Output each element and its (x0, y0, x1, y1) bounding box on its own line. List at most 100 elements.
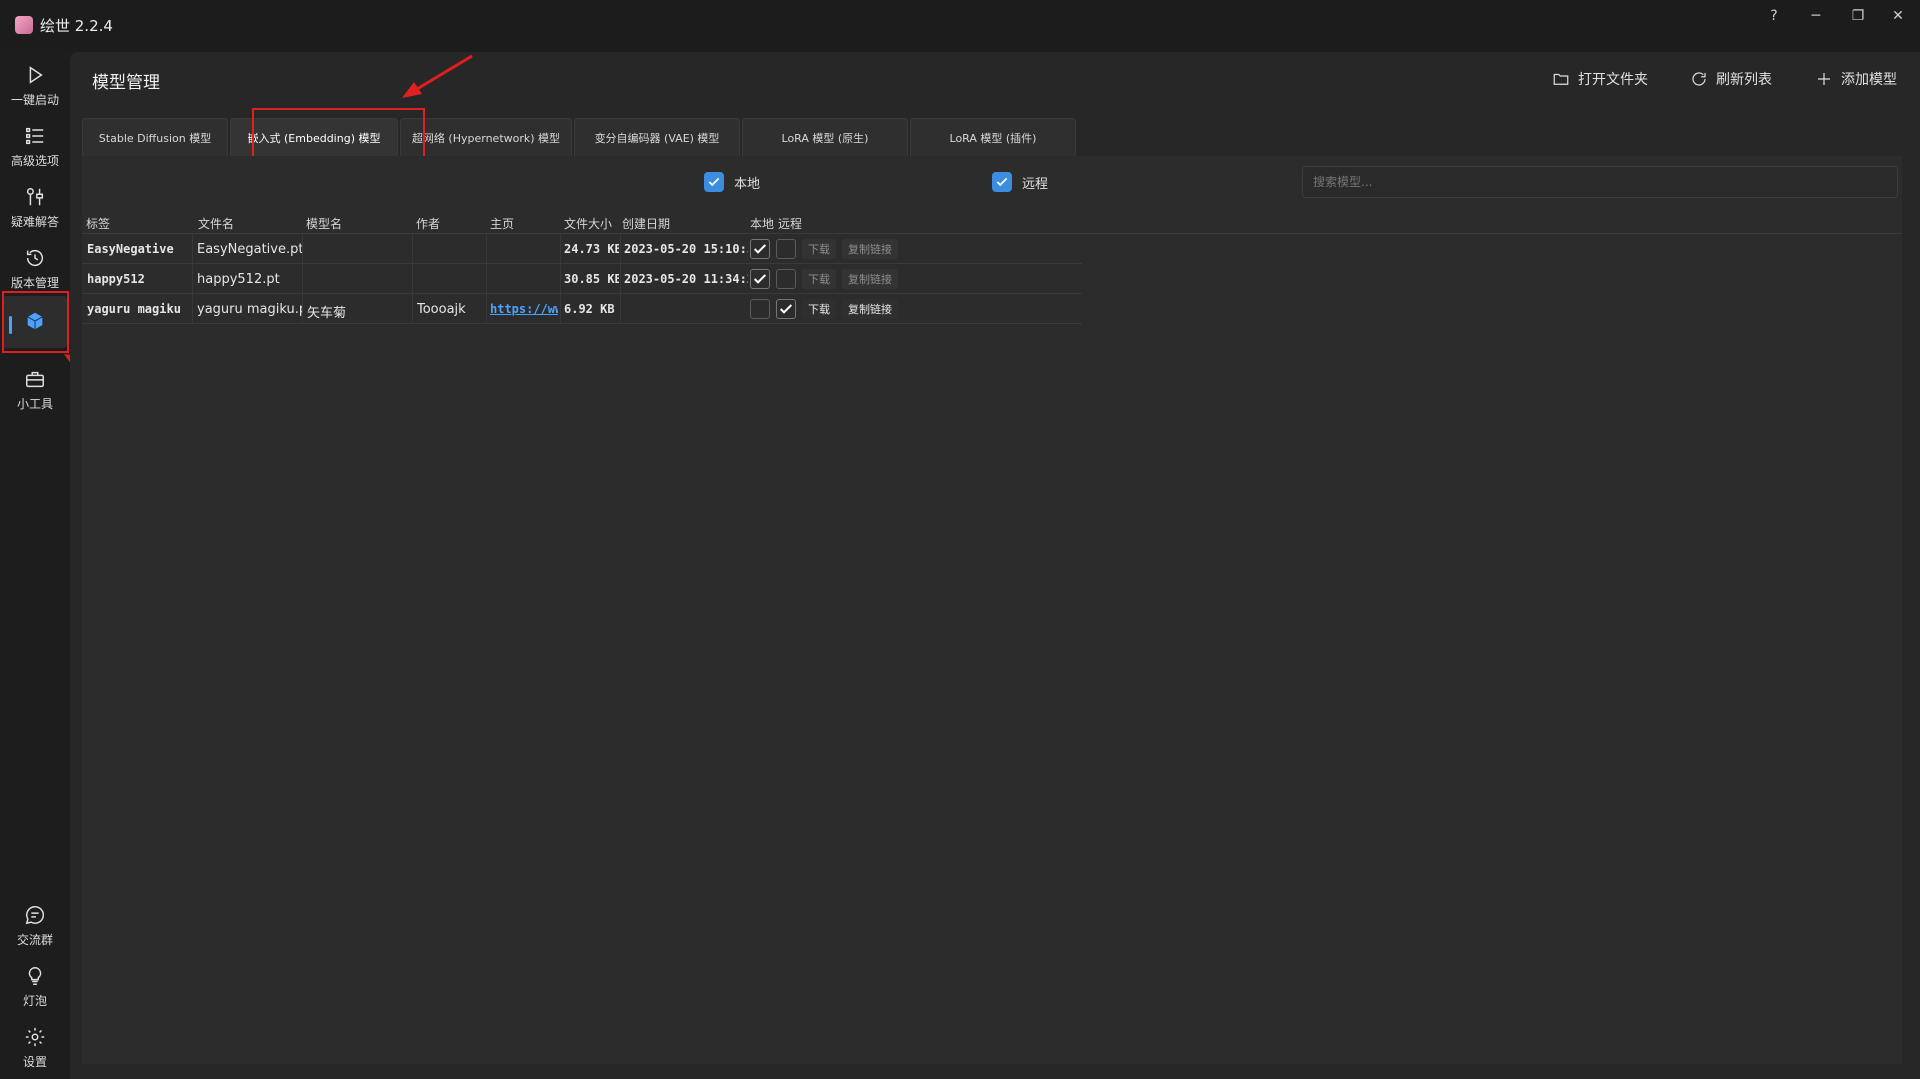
tab-hypernetwork[interactable]: 超网络 (Hypernetwork) 模型 (400, 118, 572, 156)
local-filter-label: 本地 (734, 176, 761, 192)
remote-checkbox[interactable] (776, 299, 796, 319)
annotation-highlight-sidebar (2, 291, 69, 353)
sidebar-item-bulb[interactable]: 灯泡 (0, 959, 70, 1015)
sidebar-item-launch[interactable]: 一键启动 (0, 58, 70, 114)
history-icon (26, 250, 44, 267)
checkmark-icon (753, 274, 767, 284)
column-header: 远程 (778, 217, 803, 231)
main-panel: 模型管理 打开文件夹 刷新列表 添加模型 Stable Diffusion 模型… (70, 52, 1920, 1079)
column-header: 本地 (750, 217, 775, 231)
toolbox-icon (26, 371, 44, 388)
table-row[interactable]: EasyNegative EasyNegative.pt 24.73 KB 20… (82, 234, 1082, 264)
remote-filter-checkbox[interactable]: 远程 (992, 172, 1048, 192)
column-divider (192, 264, 193, 294)
cell-model-name: 矢车菊 (307, 306, 347, 321)
list-icon (26, 127, 44, 145)
cell-size: 6.92 KB (564, 302, 615, 316)
title-bar: 绘世 2.2.4 ? ─ ❐ ✕ (0, 0, 1920, 50)
column-header: 文件名 (198, 217, 235, 231)
column-divider (620, 264, 621, 294)
column-divider (412, 234, 413, 264)
column-divider (560, 234, 561, 264)
copy-link-button[interactable]: 复制链接 (842, 269, 898, 289)
remote-filter-label: 远程 (1022, 176, 1049, 192)
remote-checkbox[interactable] (776, 239, 796, 259)
table-row[interactable]: yaguru magiku yaguru magiku.pt 矢车菊 Toooa… (82, 294, 1082, 324)
app-title: 绘世 2.2.4 (40, 17, 113, 35)
column-divider (486, 264, 487, 294)
cell-filename: happy512.pt (197, 272, 280, 287)
sidebar-item-advanced[interactable]: 高级选项 (0, 119, 70, 175)
local-checkbox[interactable] (750, 269, 770, 289)
table-row[interactable]: happy512 happy512.pt 30.85 KB 2023-05-20… (82, 264, 1082, 294)
open-folder-button[interactable]: 打开文件夹 (1552, 66, 1648, 92)
restore-button[interactable]: ❐ (1838, 4, 1878, 28)
cell-date: 2023-05-20 11:34:23 (624, 272, 748, 286)
cell-size: 30.85 KB (564, 272, 619, 286)
column-divider (560, 294, 561, 324)
cell-size: 24.73 KB (564, 242, 619, 256)
sidebar-item-community[interactable]: 交流群 (0, 898, 70, 954)
column-divider (486, 294, 487, 324)
sidebar-item-settings[interactable]: 设置 (0, 1020, 70, 1076)
copy-link-button[interactable]: 复制链接 (842, 299, 898, 319)
sidebar-item-label: 灯泡 (22, 994, 47, 1008)
annotation-arrow-tab (402, 54, 473, 98)
minimize-button[interactable]: ─ (1796, 4, 1836, 28)
tab-stable-diffusion[interactable]: Stable Diffusion 模型 (82, 118, 228, 156)
column-divider (302, 294, 303, 324)
column-divider (560, 264, 561, 294)
refresh-label: 刷新列表 (1716, 72, 1772, 88)
sidebar-item-troubleshoot[interactable]: 疑难解答 (0, 180, 70, 236)
checkmark-icon (753, 244, 767, 254)
add-model-button[interactable]: 添加模型 (1815, 66, 1897, 92)
sidebar-item-label: 一键启动 (10, 93, 59, 107)
column-divider (302, 234, 303, 264)
cell-tag: happy512 (87, 272, 145, 286)
local-checkbox[interactable] (750, 239, 770, 259)
column-divider (192, 234, 193, 264)
app-logo-icon (15, 16, 33, 34)
cell-filename: yaguru magiku.pt (197, 302, 302, 317)
refresh-button[interactable]: 刷新列表 (1690, 66, 1772, 92)
folder-icon (1553, 73, 1569, 85)
checkbox-checked-icon (704, 172, 724, 192)
remote-checkbox[interactable] (776, 269, 796, 289)
download-button[interactable]: 下载 (802, 299, 836, 319)
sidebar-item-version[interactable]: 版本管理 (0, 241, 70, 297)
sidebar-item-label: 设置 (22, 1055, 47, 1069)
cell-filename: EasyNegative.pt (197, 242, 302, 257)
column-divider (192, 294, 193, 324)
sidebar-item-label: 交流群 (16, 933, 53, 947)
local-filter-checkbox[interactable]: 本地 (704, 172, 760, 192)
model-table: 标签 文件名 模型名 作者 主页 文件大小 创建日期 本地 远程 EasyNeg… (82, 210, 1902, 324)
copy-link-button[interactable]: 复制链接 (842, 239, 898, 259)
column-divider (412, 294, 413, 324)
sidebar-item-label: 小工具 (16, 397, 53, 411)
column-header: 标签 (86, 217, 111, 231)
checkmark-icon (779, 304, 793, 314)
close-button[interactable]: ✕ (1878, 4, 1918, 28)
download-button[interactable]: 下载 (802, 239, 836, 259)
tab-lora-native[interactable]: LoRA 模型 (原生) (742, 118, 908, 156)
column-divider (620, 294, 621, 324)
tab-vae[interactable]: 变分自编码器 (VAE) 模型 (574, 118, 740, 156)
gear-icon (25, 1027, 45, 1047)
help-button[interactable]: ? (1754, 4, 1794, 28)
column-divider (412, 264, 413, 294)
sidebar: 一键启动 高级选项 疑难解答 版本管理 小工具 交流群 灯泡 设置 (0, 50, 70, 1079)
download-button[interactable]: 下载 (802, 269, 836, 289)
column-header: 主页 (490, 217, 515, 231)
refresh-icon (1692, 72, 1706, 86)
page-title: 模型管理 (92, 73, 160, 93)
cell-tag: EasyNegative (87, 242, 174, 256)
table-header: 标签 文件名 模型名 作者 主页 文件大小 创建日期 本地 远程 (82, 210, 1902, 234)
search-input[interactable] (1302, 166, 1898, 198)
tab-lora-plugin[interactable]: LoRA 模型 (插件) (910, 118, 1076, 156)
local-checkbox[interactable] (750, 299, 770, 319)
cell-tag: yaguru magiku (87, 302, 181, 316)
cell-author: Toooajk (417, 302, 466, 317)
column-header: 文件大小 (564, 217, 613, 231)
cell-homepage-link[interactable]: https://www (490, 302, 558, 316)
bulb-icon (28, 967, 42, 985)
